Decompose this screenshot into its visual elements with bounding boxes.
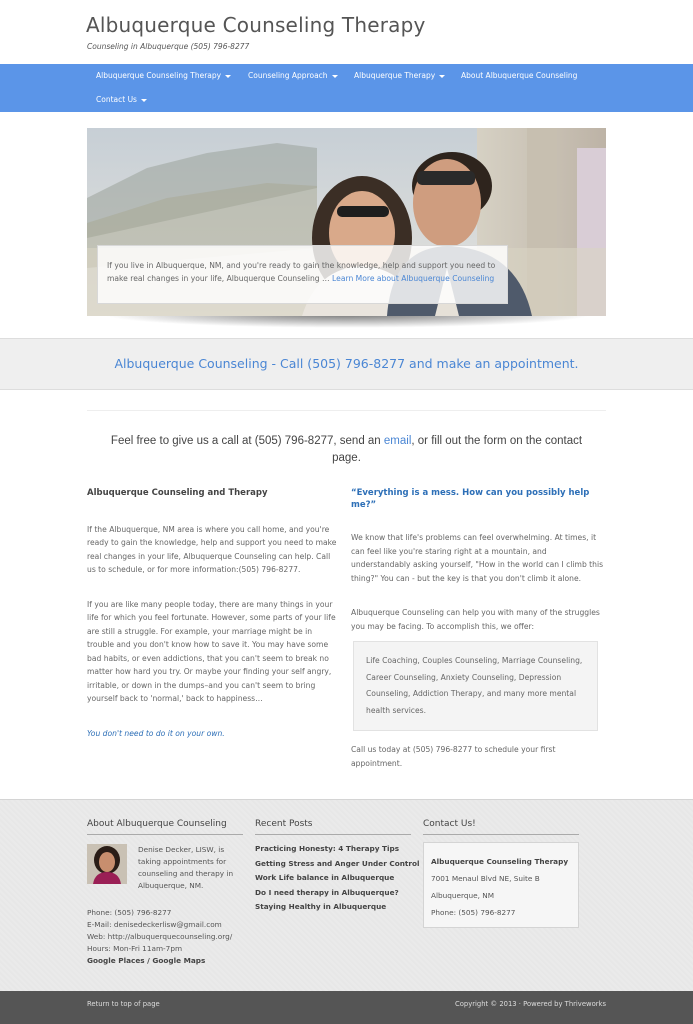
footer-web[interactable]: Web: http://albuquerquecounseling.org/ <box>87 931 247 943</box>
copyright: Copyright © 2013 · Powered by Thrivework… <box>455 1000 606 1008</box>
intro-before: Feel free to give us a call at (505) 796… <box>110 435 384 447</box>
learn-more-link[interactable]: Learn More about Albuquerque Counseling <box>332 274 494 283</box>
address-city: Albuquerque, NM <box>431 891 495 900</box>
chevron-down-icon <box>439 74 446 78</box>
right-column-heading: “Everything is a mess. How can you possi… <box>351 488 590 510</box>
right-column: “Everything is a mess. How can you possi… <box>351 487 606 770</box>
footer-about: About Albuquerque Counseling Denise Deck… <box>87 818 243 965</box>
nav-item-albuquerque-therapy[interactable]: Albuquerque Therapy <box>354 71 446 80</box>
left-column: Albuquerque Counseling and Therapy If th… <box>87 487 337 740</box>
cta-band: Albuquerque Counseling - Call (505) 796-… <box>0 338 693 390</box>
nav-item-about[interactable]: About Albuquerque Counseling <box>461 71 577 80</box>
left-column-heading: Albuquerque Counseling and Therapy <box>87 488 268 498</box>
footer-phone: Phone: (505) 796-8277 <box>87 908 172 917</box>
hero-slider[interactable]: If you live in Albuquerque, NM, and you'… <box>87 128 606 316</box>
nav-item-contact-us[interactable]: Contact Us <box>96 95 147 104</box>
email-link[interactable]: email <box>384 435 411 447</box>
intro-text: Feel free to give us a call at (505) 796… <box>100 433 593 467</box>
footer-hours: Hours: Mon-Fri 11am-7pm <box>87 944 183 953</box>
address-phone: Phone: (505) 796-8277 <box>431 908 516 917</box>
cta-text: Albuquerque Counseling - Call (505) 796-… <box>114 356 579 371</box>
avatar <box>87 844 127 884</box>
nav-item-counseling-approach[interactable]: Counseling Approach <box>248 71 338 80</box>
address-street: 7001 Menaul Blvd NE, Suite B <box>431 874 540 883</box>
footer-about-heading: About Albuquerque Counseling <box>87 818 243 835</box>
chevron-down-icon <box>140 98 147 102</box>
hero-shadow <box>100 314 595 328</box>
right-paragraph-3: Call us today at (505) 796-8277 to sched… <box>351 745 556 768</box>
site-tagline: Counseling in Albuquerque (505) 796-8277 <box>87 42 250 51</box>
back-to-top-link[interactable]: Return to top of page <box>87 1000 160 1008</box>
right-paragraph-1: We know that life's problems can feel ov… <box>351 533 604 583</box>
site-title[interactable]: Albuquerque Counseling Therapy <box>86 13 426 37</box>
bottom-bar: Return to top of page Copyright © 2013 ·… <box>0 991 693 1024</box>
footer-email[interactable]: E-Mail: denisedeckerlisw@gmail.com <box>87 919 247 931</box>
nav-item-label: Albuquerque Counseling Therapy <box>96 71 222 80</box>
footer-recent-heading: Recent Posts <box>255 818 411 835</box>
footer-contact-heading: Contact Us! <box>423 818 579 835</box>
footer-about-bio: Denise Decker, LISW, is taking appointme… <box>138 845 234 890</box>
chevron-down-icon <box>225 74 232 78</box>
google-places-link[interactable]: Google Places / Google Maps <box>87 955 247 967</box>
services-text: Life Coaching, Couples Counseling, Marri… <box>366 656 583 715</box>
hero-caption: If you live in Albuquerque, NM, and you'… <box>97 245 508 304</box>
footer-recent-posts: Recent Posts Practicing Honesty: 4 Thera… <box>255 818 420 915</box>
left-paragraph-2: If you are like many people today, there… <box>87 599 336 704</box>
nav-item-label: Counseling Approach <box>248 71 328 80</box>
recent-post-link[interactable]: Practicing Honesty: 4 Therapy Tips <box>255 842 411 857</box>
recent-post-link[interactable]: Do I need therapy in Albuquerque? <box>255 886 411 901</box>
left-paragraph-1: If the Albuquerque, NM area is where you… <box>87 524 337 575</box>
footer-contact: Contact Us! Albuquerque Counseling Thera… <box>423 818 579 928</box>
recent-post-link[interactable]: Staying Healthy in Albuquerque <box>255 900 411 915</box>
nav-item-label: About Albuquerque Counseling <box>461 71 578 80</box>
address-name: Albuquerque Counseling Therapy <box>431 857 569 866</box>
recent-post-link[interactable]: Work Life balance in Albuquerque <box>255 871 411 886</box>
nav-item-label: Contact Us <box>96 95 137 104</box>
chevron-down-icon <box>331 74 338 78</box>
do-not-do-it-alone-link[interactable]: You don't need to do it on your own. <box>87 727 337 741</box>
footer-contact-lines: Phone: (505) 796-8277 E-Mail: denisedeck… <box>87 907 247 967</box>
address-box: Albuquerque Counseling Therapy 7001 Mena… <box>423 842 579 928</box>
footer-widgets: About Albuquerque Counseling Denise Deck… <box>0 799 693 991</box>
recent-post-link[interactable]: Getting Stress and Anger Under Control <box>255 857 420 872</box>
site-header: Albuquerque Counseling Therapy Counselin… <box>0 0 693 64</box>
avatar-photo <box>87 844 127 884</box>
nav-item-label: Albuquerque Therapy <box>354 71 436 80</box>
divider <box>87 410 606 411</box>
right-paragraph-2: Albuquerque Counseling can help you with… <box>351 608 600 631</box>
nav-item-counseling-therapy[interactable]: Albuquerque Counseling Therapy <box>96 71 232 80</box>
main-navigation: Albuquerque Counseling Therapy Counselin… <box>0 64 693 112</box>
services-box: Life Coaching, Couples Counseling, Marri… <box>353 641 598 731</box>
